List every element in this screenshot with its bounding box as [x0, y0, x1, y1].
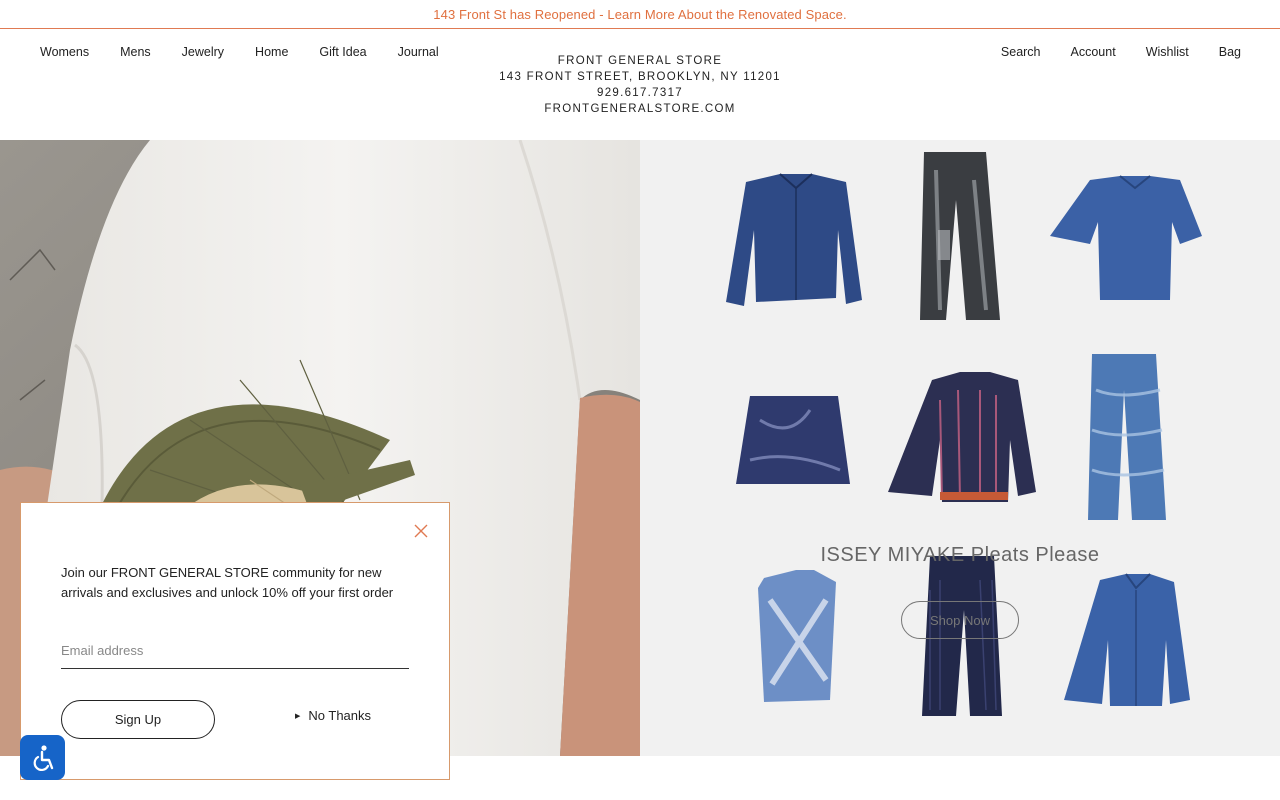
- site-header: Womens Mens Jewelry Home Gift Idea Journ…: [0, 30, 1280, 140]
- main-nav: Womens Mens Jewelry Home Gift Idea Journ…: [40, 45, 470, 59]
- nav-mens[interactable]: Mens: [120, 45, 151, 59]
- product-denim-short-sleeve: [1050, 175, 1202, 300]
- caret-right-icon: ▶: [295, 712, 301, 720]
- product-printed-vest: [758, 570, 836, 702]
- accessibility-icon: [33, 744, 53, 771]
- store-address: 143 FRONT STREET, BROOKLYN, NY 11201: [499, 71, 781, 83]
- nav-account[interactable]: Account: [1071, 45, 1116, 59]
- nav-jewelry[interactable]: Jewelry: [182, 45, 224, 59]
- store-logo-block[interactable]: FRONT GENERAL STORE 143 FRONT STREET, BR…: [440, 53, 840, 117]
- hero-title: ISSEY MIYAKE Pleats Please: [820, 544, 1100, 566]
- store-phone: 929.617.7317: [597, 87, 683, 99]
- product-blue-cardigan: [1064, 573, 1190, 706]
- shop-now-button[interactable]: Shop Now: [901, 601, 1019, 639]
- announcement-link[interactable]: 143 Front St has Reopened - Learn More A…: [433, 7, 846, 22]
- nav-home[interactable]: Home: [255, 45, 288, 59]
- product-pleated-pants: [1088, 354, 1166, 520]
- store-website: FRONTGENERALSTORE.COM: [544, 103, 736, 115]
- email-field[interactable]: [61, 633, 409, 669]
- nav-womens[interactable]: Womens: [40, 45, 89, 59]
- product-denim-jacket: [726, 173, 862, 306]
- store-name: FRONT GENERAL STORE: [557, 55, 723, 67]
- product-grid-image: [726, 152, 1202, 716]
- nav-bag[interactable]: Bag: [1219, 45, 1241, 59]
- popup-message: Join our FRONT GENERAL STORE community f…: [61, 565, 394, 600]
- newsletter-popup: Join our FRONT GENERAL STORE community f…: [20, 502, 450, 780]
- utility-nav: Search Account Wishlist Bag: [971, 45, 1241, 59]
- product-mini-skirt: [736, 396, 850, 484]
- nav-wishlist[interactable]: Wishlist: [1146, 45, 1189, 59]
- sign-up-button[interactable]: Sign Up: [61, 700, 215, 739]
- hero-right-banner[interactable]: ISSEY MIYAKE Pleats Please Shop Now: [640, 140, 1280, 756]
- product-printed-trousers: [920, 152, 1000, 320]
- close-icon[interactable]: [412, 522, 430, 540]
- nav-search[interactable]: Search: [1001, 45, 1041, 59]
- nav-gift-idea[interactable]: Gift Idea: [319, 45, 366, 59]
- announcement-bar[interactable]: 143 Front St has Reopened - Learn More A…: [0, 0, 1280, 29]
- no-thanks-link[interactable]: ▶ No Thanks: [295, 708, 371, 723]
- product-striped-jacket: [888, 372, 1036, 502]
- accessibility-button[interactable]: [20, 735, 65, 780]
- no-thanks-label: No Thanks: [308, 708, 372, 723]
- nav-journal[interactable]: Journal: [398, 45, 439, 59]
